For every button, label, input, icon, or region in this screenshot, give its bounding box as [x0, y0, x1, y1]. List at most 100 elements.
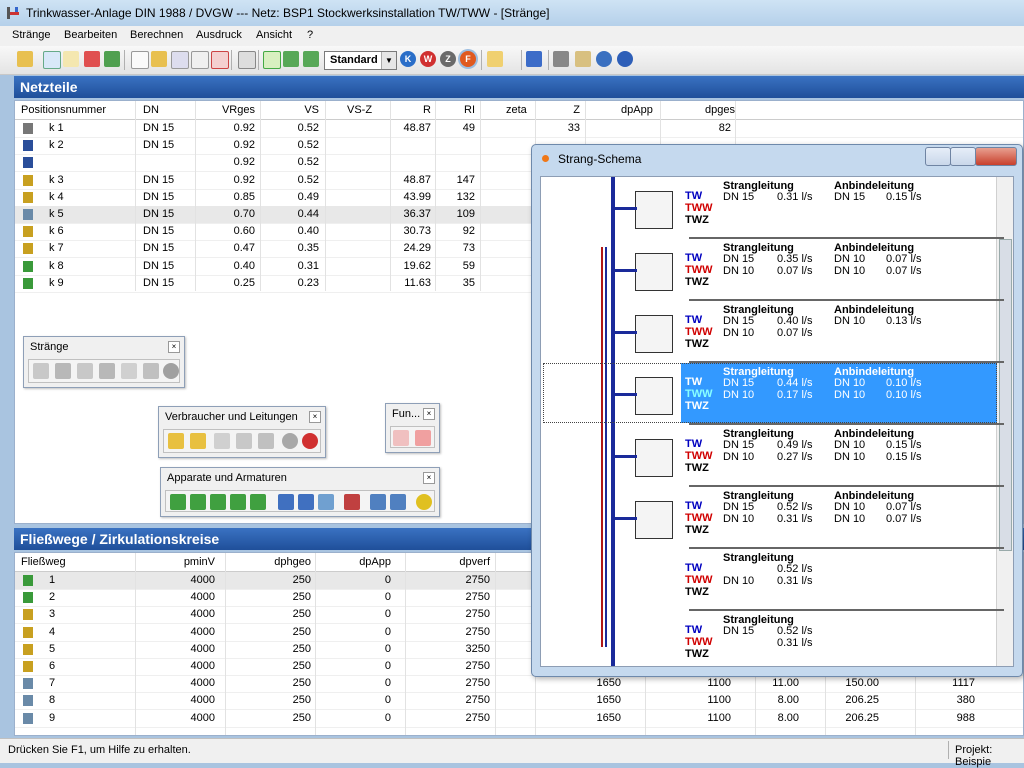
- apparat-tool-5-icon[interactable]: [250, 494, 266, 510]
- close-button[interactable]: [975, 147, 1017, 166]
- apparate-palette[interactable]: Apparate und Armaturen ×: [160, 467, 440, 517]
- apparat-tool-2-icon[interactable]: [190, 494, 206, 510]
- minimize-button[interactable]: [925, 147, 951, 166]
- col-dpapp[interactable]: dpApp: [621, 104, 653, 116]
- armatur-tool-5-icon[interactable]: [370, 494, 386, 510]
- menu-ansicht[interactable]: Ansicht: [256, 29, 292, 41]
- col-positionsnummer[interactable]: Positionsnummer: [21, 104, 106, 116]
- fun-tool-1-icon[interactable]: [393, 430, 409, 446]
- cursor-tool-icon[interactable]: [43, 51, 61, 69]
- strang-tool-5-icon[interactable]: [121, 363, 137, 379]
- globe-icon[interactable]: [596, 51, 612, 67]
- tap-tool-icon[interactable]: [168, 433, 184, 449]
- col-pminv[interactable]: pminV: [165, 556, 215, 568]
- strang-tool-1-icon[interactable]: [33, 363, 49, 379]
- col-dpverf[interactable]: dpverf: [440, 556, 490, 568]
- fire-circle-icon[interactable]: F: [460, 51, 476, 67]
- copy-icon[interactable]: [171, 51, 189, 69]
- strang-block[interactable]: Strangleitung Anbindeleitung TW TWW TWZ DN 15…: [541, 363, 1005, 425]
- strang-block[interactable]: Strangleitung Anbindeleitung TW TWW TWZ DN 15…: [541, 177, 1005, 239]
- help-icon[interactable]: [617, 51, 633, 67]
- page-icon[interactable]: [191, 51, 209, 69]
- meter-tool-icon[interactable]: [258, 433, 274, 449]
- tree-icon[interactable]: [303, 51, 319, 67]
- strang-block[interactable]: Strangleitung Anbindeleitung TW TWW TWZ DN 15…: [541, 425, 1005, 487]
- strang-block[interactable]: Strangleitung TW TWW TWZ 0.52 l/s DN 10 0.31 l…: [541, 549, 1005, 611]
- armatur-tool-6-icon[interactable]: [390, 494, 406, 510]
- col-zeta[interactable]: zeta: [506, 104, 527, 116]
- close-icon[interactable]: ×: [423, 472, 435, 484]
- apparat-tool-3-icon[interactable]: [210, 494, 226, 510]
- fun-tool-2-icon[interactable]: [415, 430, 431, 446]
- edit-list-icon[interactable]: [487, 51, 503, 67]
- save-icon[interactable]: [526, 51, 542, 67]
- strang-tool-6-icon[interactable]: [143, 363, 159, 379]
- col-fliessweg[interactable]: Fließweg: [21, 556, 66, 568]
- table-row[interactable]: 7 4000 250 0 2750 1650 1100 11.00 150.00 1117: [15, 675, 1023, 694]
- flag-icon[interactable]: [84, 51, 100, 67]
- w-circle-icon[interactable]: W: [420, 51, 436, 67]
- col-dpapp2[interactable]: dpApp: [341, 556, 391, 568]
- armatur-tool-3-icon[interactable]: [318, 494, 334, 510]
- menu-help[interactable]: ?: [307, 29, 313, 41]
- table-row[interactable]: 8 4000 250 0 2750 1650 1100 8.00 206.25 380: [15, 692, 1023, 711]
- strang-tool-7-icon[interactable]: [163, 363, 179, 379]
- grid-icon[interactable]: [238, 51, 256, 69]
- disc-tool-icon[interactable]: [282, 433, 298, 449]
- menu-straenge[interactable]: Stränge: [12, 29, 51, 41]
- col-ri[interactable]: RI: [425, 104, 475, 116]
- print-icon[interactable]: [553, 51, 569, 67]
- armatur-tool-1-icon[interactable]: [278, 494, 294, 510]
- refresh-icon[interactable]: [104, 51, 120, 67]
- pipe-tool-icon[interactable]: [214, 433, 230, 449]
- table-row[interactable]: 9 4000 250 0 2750 1650 1100 8.00 206.25 988: [15, 710, 1023, 728]
- strang-block[interactable]: Strangleitung TW TWW TWZ DN 15 0.52 l/s 0.31 l…: [541, 611, 1005, 666]
- new-file-icon[interactable]: [131, 51, 149, 69]
- chevron-down-icon[interactable]: ▼: [381, 52, 396, 69]
- armatur-tool-7-icon[interactable]: [416, 494, 432, 510]
- strang-tool-2-icon[interactable]: [55, 363, 71, 379]
- armatur-tool-2-icon[interactable]: [298, 494, 314, 510]
- verbraucher-palette[interactable]: Verbraucher und Leitungen ×: [158, 406, 326, 458]
- col-dpges[interactable]: dpges: [705, 104, 735, 116]
- apparat-tool-4-icon[interactable]: [230, 494, 246, 510]
- strang-tool-4-icon[interactable]: [99, 363, 115, 379]
- pump-tool-icon[interactable]: [302, 433, 318, 449]
- strang-schema-canvas[interactable]: Strangleitung Anbindeleitung TW TWW TWZ DN 15…: [540, 176, 1014, 667]
- document-icon[interactable]: [63, 51, 79, 67]
- strang-tool-3-icon[interactable]: [77, 363, 93, 379]
- delete-icon[interactable]: [211, 51, 229, 69]
- paste-icon[interactable]: [151, 51, 167, 67]
- strang-block[interactable]: Strangleitung Anbindeleitung TW TWW TWZ DN 15…: [541, 487, 1005, 549]
- table-row[interactable]: k 1 DN 15 0.92 0.52 48.87 49 33 82: [15, 120, 1023, 138]
- maximize-button[interactable]: [950, 147, 976, 166]
- tee-tool-icon[interactable]: [236, 433, 252, 449]
- play-icon[interactable]: [263, 51, 281, 69]
- fun-palette[interactable]: Fun... ×: [385, 403, 440, 453]
- armatur-tool-4-icon[interactable]: [344, 494, 360, 510]
- fitting-tool-icon[interactable]: [190, 433, 206, 449]
- close-icon[interactable]: ×: [309, 411, 321, 423]
- view-combo[interactable]: Standard ▼: [324, 51, 397, 70]
- strang-block[interactable]: Strangleitung Anbindeleitung TW TWW TWZ DN 15…: [541, 239, 1005, 301]
- menu-ausdruck[interactable]: Ausdruck: [196, 29, 242, 41]
- open-folder-icon[interactable]: [17, 51, 33, 67]
- menu-bearbeiten[interactable]: Bearbeiten: [64, 29, 117, 41]
- col-r[interactable]: R: [381, 104, 431, 116]
- search-icon[interactable]: [575, 51, 591, 67]
- menu-berechnen[interactable]: Berechnen: [130, 29, 183, 41]
- strang-block[interactable]: Strangleitung Anbindeleitung TW TWW TWZ DN 15…: [541, 301, 1005, 363]
- k-circle-icon[interactable]: K: [400, 51, 416, 67]
- close-icon[interactable]: ×: [423, 408, 435, 420]
- col-vs[interactable]: VS: [269, 104, 319, 116]
- col-dphgeo[interactable]: dphgeo: [261, 556, 311, 568]
- col-vrges[interactable]: VRges: [205, 104, 255, 116]
- col-z[interactable]: Z: [530, 104, 580, 116]
- calc-icon[interactable]: [283, 51, 299, 67]
- apparat-tool-1-icon[interactable]: [170, 494, 186, 510]
- col-dn[interactable]: DN: [143, 104, 159, 116]
- straenge-palette[interactable]: Stränge ×: [23, 336, 185, 388]
- col-vsz[interactable]: VS-Z: [347, 104, 372, 116]
- z-circle-icon[interactable]: Z: [440, 51, 456, 67]
- strang-schema-window[interactable]: Strang-Schema Strangleitung Anbindeleitun…: [531, 144, 1023, 677]
